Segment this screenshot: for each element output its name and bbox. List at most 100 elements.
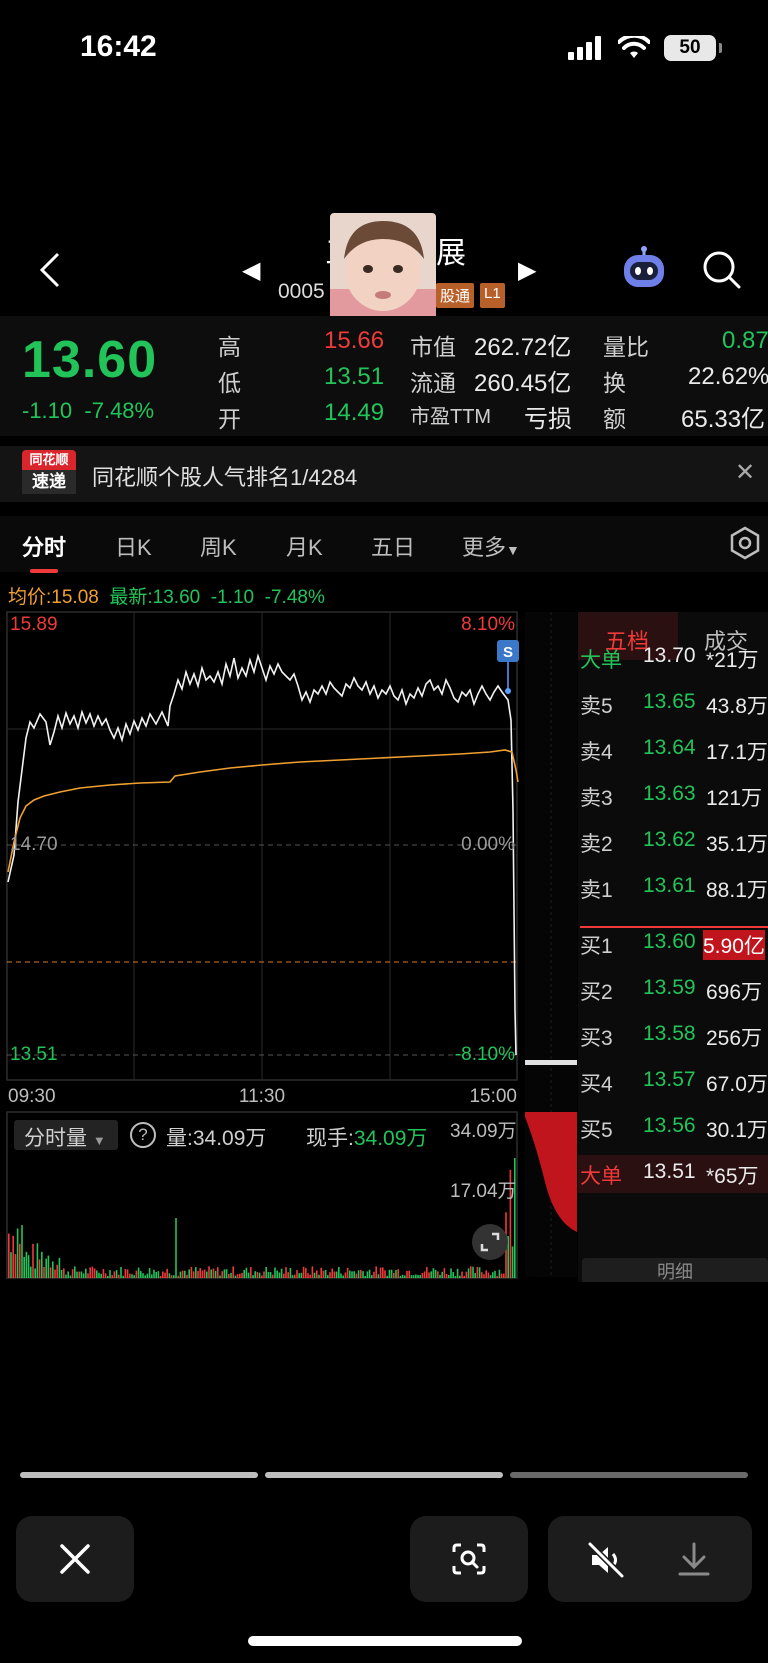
mute-icon[interactable] [586,1540,626,1580]
volume-bar [107,1275,109,1278]
volume-bar [96,1270,98,1278]
active-tab-indicator [30,569,58,573]
orderbook-price: 13.64 [643,736,696,759]
orderbook-price: 13.61 [643,874,696,897]
sell-marker-dot [505,688,511,694]
time-axis-start: 09:30 [8,1086,56,1107]
orderbook-level-label: 卖1 [580,879,613,902]
download-icon[interactable] [674,1540,714,1580]
current-price-bar [525,1060,577,1065]
volume-bar [498,1269,501,1278]
scan-button[interactable] [410,1516,528,1602]
open-value: 14.49 [324,399,385,426]
status-time: 16:42 [80,30,157,63]
tab-weekly-k[interactable]: 周K [200,530,237,562]
volume-bar [267,1272,270,1278]
orderbook-price: 13.60 [643,930,696,953]
tab-monthly-k[interactable]: 月K [286,530,323,562]
volume-bar [344,1272,347,1278]
volume-bar [360,1270,362,1278]
close-icon[interactable]: ✕ [735,458,755,487]
volume-bar [294,1274,296,1278]
prev-stock-icon[interactable]: ◀ [242,256,260,285]
ths-logo-bottom: 速递 [22,470,76,494]
volume-bar [25,1251,28,1278]
volume-bar [415,1274,417,1278]
volume-bar [285,1267,287,1278]
home-indicator[interactable] [248,1636,522,1646]
volume-bar [162,1271,164,1278]
change-abs: -1.10 [22,398,73,423]
open-label: 开 [218,406,241,432]
detail-button[interactable]: 明细 [582,1258,768,1282]
turnover-label: 换 [603,370,626,396]
pct-axis-mid: 0.00% [461,834,515,855]
volume-bar [56,1264,58,1278]
volume-bar [300,1272,303,1278]
close-button[interactable] [16,1516,134,1602]
ai-assistant-icon[interactable] [620,246,668,290]
orderbook-level-label: 卖3 [580,787,613,810]
volume-bar [115,1270,118,1278]
volume-bar [397,1269,399,1278]
volume-bar [74,1266,76,1278]
volume-bar [234,1275,237,1278]
volume-readout: 量:34.09万 [166,1122,266,1152]
orderbook-price: 13.57 [643,1068,696,1091]
orderbook-level-label: 买2 [580,981,613,1004]
high-value: 15.66 [324,327,385,354]
battery-indicator: 50 [664,35,722,61]
volume-bar [316,1270,318,1278]
volume-bar [432,1268,435,1278]
orderbook-price: 13.51 [643,1160,696,1183]
volume-bar [296,1270,298,1278]
volume-bar [485,1270,487,1278]
volume-bar [346,1267,349,1278]
tab-more[interactable]: 更多▼ [462,530,520,562]
volume-bar [355,1273,358,1278]
close-icon [60,1544,90,1574]
connect-badge: 股通 [436,283,475,308]
next-stock-icon[interactable]: ▶ [518,256,536,285]
tab-intraday[interactable]: 分时 [22,530,66,562]
help-icon[interactable]: ? [130,1122,156,1148]
intraday-chart[interactable]: S 15.89 8.10% 14.70 0.00% 13.51 -8.10% 0… [0,610,525,1280]
volume-bar [342,1275,344,1278]
search-icon[interactable] [702,250,742,290]
volume-bar [283,1273,285,1278]
volume-bar [219,1275,221,1278]
volume-bar [362,1271,364,1278]
volume-bar [63,1268,65,1278]
volume-bar [214,1271,217,1278]
volume-bar [408,1270,410,1278]
volume-bar [263,1271,265,1278]
volume-bar [208,1266,210,1278]
tab-daily-k[interactable]: 日K [115,530,152,562]
volume-bar [32,1243,34,1278]
face-sticker-image [330,213,436,319]
volume-bar [52,1261,54,1278]
volume-selector[interactable]: 分时量 ▼ [24,1122,106,1152]
volume-bar [113,1271,116,1278]
volume-bar [159,1275,162,1278]
orderbook-volume: 256万 [706,1027,763,1050]
orderbook-level-label: 卖4 [580,741,613,764]
chart-settings-icon[interactable] [728,526,762,560]
volume-bar [65,1274,67,1278]
tab-five-day[interactable]: 五日 [371,530,415,562]
volume-bar [366,1271,369,1278]
volume-bar [371,1275,373,1278]
back-chevron-icon[interactable] [32,250,72,290]
orderbook-price: 13.58 [643,1022,696,1045]
volume-bar [23,1257,25,1278]
latest-value: 13.60 [152,587,201,608]
orderbook-price: 13.56 [643,1114,696,1137]
volume-bar [492,1272,494,1278]
volume-bar [333,1271,336,1278]
avg-latest-line: 均价:15.08 最新:13.60 -1.10 -7.48% [8,582,325,609]
volume-bar [313,1272,316,1278]
avg-price-line [7,749,519,873]
orderbook-price: 13.70 [643,644,696,667]
story-progress-2 [265,1472,503,1478]
amount-value: 65.33亿 [681,406,766,433]
